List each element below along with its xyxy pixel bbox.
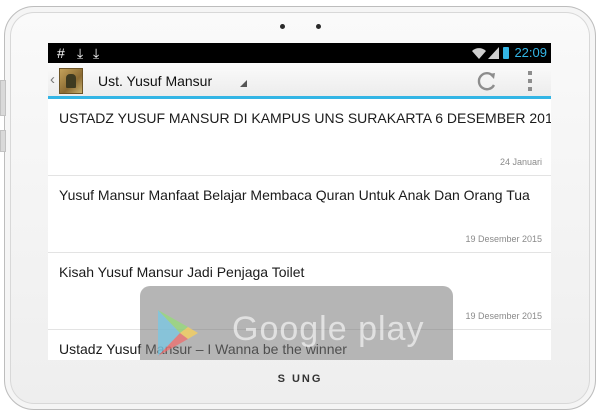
clock: 22:09 [514,45,547,60]
video-date: 19 Desember 2015 [465,311,542,321]
app-icon[interactable] [59,68,83,94]
download-icon: ⤓ [77,45,84,61]
video-title: Kisah Yusuf Mansur Jadi Penjaga Toilet [59,264,305,280]
action-bar: ‹ Ust. Yusuf Mansur [48,63,551,99]
device-brand: S UNG [277,373,323,385]
video-title: Yusuf Mansur Manfaat Belajar Membaca Qur… [59,187,530,203]
download-icon: ⤓ [93,45,100,61]
up-caret-icon[interactable]: ‹ [50,72,55,88]
list-item[interactable]: USTADZ YUSUF MANSUR DI KAMPUS UNS SURAKA… [48,99,551,176]
wifi-icon [472,48,486,59]
google-play-watermark: Google play [140,286,453,360]
volume-button [0,80,6,116]
status-bar: # ⤓ ⤓ 22:09 [48,43,551,63]
sensor-dot [280,24,285,29]
hash-icon: # [57,45,65,61]
watermark-text: Google play [232,310,425,348]
video-date: 19 Desember 2015 [465,234,542,244]
power-button [0,130,6,152]
video-title: USTADZ YUSUF MANSUR DI KAMPUS UNS SURAKA… [59,110,551,126]
channel-title[interactable]: Ust. Yusuf Mansur [98,73,212,89]
video-date: 24 Januari [499,157,542,167]
refresh-icon[interactable] [476,70,498,92]
battery-icon [503,47,509,59]
dropdown-indicator-icon[interactable] [240,80,247,87]
overflow-menu-icon[interactable] [528,71,532,91]
list-item[interactable]: Yusuf Mansur Manfaat Belajar Membaca Qur… [48,176,551,253]
screen: # ⤓ ⤓ 22:09 ‹ Ust. Yusuf Mansur USTADZ Y… [48,43,551,360]
signal-icon [488,47,499,59]
google-play-logo-icon [158,310,198,356]
front-camera [316,24,321,29]
